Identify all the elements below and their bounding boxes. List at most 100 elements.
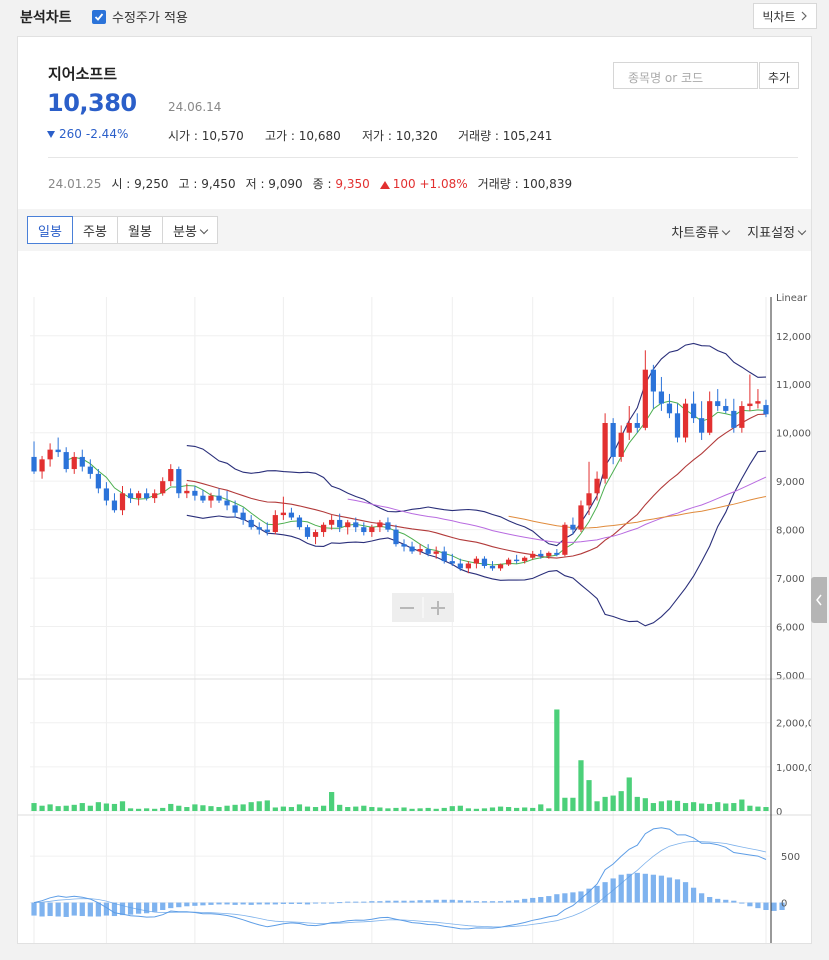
volume-bar	[505, 807, 512, 811]
candle-body	[546, 552, 552, 557]
tab-weekly[interactable]: 주봉	[72, 216, 118, 244]
high-price: 고가 : 10,680	[265, 129, 341, 143]
zoom-control[interactable]	[392, 593, 454, 622]
candle-body	[87, 466, 93, 474]
macd-bar	[433, 899, 439, 903]
candle-body	[731, 410, 737, 428]
volume-bar	[473, 808, 480, 811]
zoom-in-icon-vertical	[437, 601, 439, 615]
candle-body	[763, 405, 769, 415]
macd-bar	[288, 902, 295, 904]
macd-bar	[304, 902, 311, 905]
volume-bar	[610, 795, 616, 811]
volume-bar	[248, 802, 254, 811]
price-change: 260 -2.44%	[47, 127, 128, 141]
adjusted-price-toggle[interactable]: 수정주가 적용	[92, 7, 188, 26]
macd-bar	[127, 902, 134, 915]
macd-bar	[361, 901, 367, 903]
price-tick-label: 11,000	[776, 380, 811, 391]
macd-bar	[224, 902, 230, 905]
volume-bar	[618, 791, 624, 811]
candle-body	[224, 500, 230, 506]
macd-bar	[312, 902, 319, 904]
candle-body	[514, 559, 520, 562]
macd-bar	[55, 902, 61, 917]
volume-bar	[312, 807, 319, 811]
macd-bar	[546, 896, 552, 903]
volume-bar	[707, 803, 713, 811]
tab-minute[interactable]: 분봉	[162, 216, 218, 244]
volume-bar	[144, 808, 150, 811]
divider	[48, 157, 798, 158]
macd-bar	[345, 901, 351, 903]
chevron-right-icon	[801, 11, 807, 21]
macd-bar	[248, 902, 254, 905]
volume-bar	[329, 792, 335, 811]
macd-bar	[192, 902, 198, 906]
candle-body	[184, 490, 190, 494]
top-bar: 분석차트 수정주가 적용 빅차트	[0, 0, 829, 32]
hover-low: 저 : 9,090	[245, 177, 303, 191]
candle-body	[280, 512, 286, 516]
macd-bar	[208, 902, 214, 905]
stock-search-input[interactable]: 종목명 or 코드	[613, 62, 758, 89]
macd-bar	[481, 901, 488, 903]
macd-bar	[538, 897, 544, 903]
tab-daily[interactable]: 일봉	[27, 216, 73, 244]
candle-body	[111, 500, 118, 511]
macd-bar	[240, 902, 246, 905]
macd-bar	[690, 887, 697, 903]
volume-bar	[87, 805, 93, 811]
macd-bar	[465, 900, 471, 903]
volume-bar	[481, 808, 488, 811]
volume-bar	[570, 797, 576, 811]
macd-bar	[95, 902, 101, 917]
macd-bar	[739, 902, 745, 904]
volume-tick-label: 2,000,000	[776, 719, 811, 730]
adjusted-price-checkbox[interactable]	[92, 9, 106, 24]
volume-bar	[674, 800, 681, 811]
candle-body	[320, 524, 327, 533]
zoom-out-icon[interactable]	[400, 607, 414, 609]
volume-bar	[433, 808, 439, 811]
chart-tools: 차트종류 지표설정	[671, 222, 807, 241]
volume-bar	[31, 803, 37, 811]
hover-close-label: 종 :	[312, 177, 336, 191]
macd-bar	[152, 902, 158, 912]
candle-body	[296, 517, 303, 528]
volume-bar	[682, 803, 689, 811]
price-chart[interactable]: 01.1701.3102.1603.0403.1804.0104.1604.30…	[18, 251, 811, 943]
candle-body	[674, 413, 681, 438]
volume-bar	[71, 804, 77, 811]
macd-bar	[771, 902, 777, 911]
volume-bar	[135, 808, 142, 811]
side-panel-handle[interactable]	[811, 577, 827, 623]
change-amount: 260	[59, 127, 82, 141]
candle-body	[369, 527, 375, 533]
candle-body	[747, 403, 753, 407]
chart-type-menu[interactable]: 차트종류	[671, 222, 731, 241]
add-stock-button[interactable]: 추가	[759, 62, 799, 89]
macd-bar	[47, 902, 53, 917]
macd-bar	[530, 897, 536, 903]
candle-body	[240, 512, 246, 520]
macd-bar	[232, 902, 238, 905]
candle-body	[739, 406, 745, 428]
tab-monthly[interactable]: 월봉	[117, 216, 163, 244]
candle-body	[449, 561, 455, 564]
price-tick-label: 7,000	[776, 574, 805, 585]
macd-bar	[514, 900, 520, 903]
candle-body	[682, 403, 689, 438]
volume-bar	[240, 804, 246, 811]
candle-body	[457, 563, 463, 569]
bigchart-button[interactable]: 빅차트	[753, 3, 817, 29]
candle-body	[618, 432, 624, 457]
macd-bar	[385, 900, 391, 903]
volume-bar	[337, 804, 343, 811]
macd-bar	[296, 902, 303, 904]
hover-change-percent: +1.08%	[419, 176, 468, 191]
volume-bar	[562, 797, 568, 811]
candle-body	[95, 473, 101, 489]
indicator-menu[interactable]: 지표설정	[747, 222, 807, 241]
volume-bar	[393, 807, 399, 811]
